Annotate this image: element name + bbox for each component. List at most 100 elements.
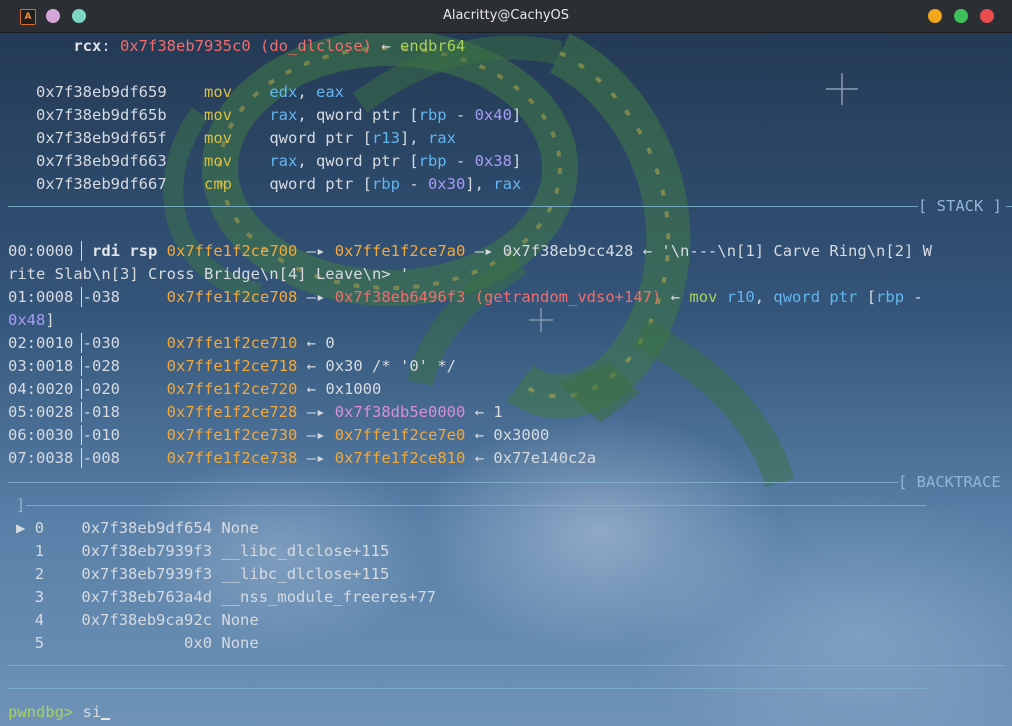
stack-address: 0x7ffe1f2ce738 [166,449,298,467]
stack-index: 06:0030 [8,426,74,444]
frame-marker [16,565,25,583]
stack-address: 0x7ffe1f2ce720 [166,380,298,398]
disasm-mnemonic: cmp [203,175,232,193]
frame-address: 0x7f38eb9df654 [81,519,213,537]
stack-value: 0x3000 [493,426,550,444]
backtrace-header-rule-2 [26,505,926,506]
instruction-immediate: 0x48 [8,311,46,329]
stack-index: 01:0008 [8,288,74,306]
disasm-line: 0x7f38eb9df663 mov rax, qword ptr [rbp -… [8,150,521,173]
stack-row: 02:0010 -030 0x7ffe1f2ce710 ← 0 [8,332,335,355]
stack-value: 0 [325,334,335,352]
pointer-arrow: ← [306,357,317,375]
register-colon: : [101,37,111,55]
command-input[interactable]: si [83,703,102,721]
stack-string-value-continued: rite Slab\n[3] Cross Bridge\n[4] Leave\n… [8,265,410,283]
stack-index: 04:0020 [8,380,74,398]
stack-offset: -018 [82,403,120,421]
disasm-operand: r13 [371,129,400,147]
frame-number: 3 [34,588,45,606]
disasm-operand: eax [315,83,344,101]
disasm-address: 0x7f38eb9df65b [36,106,167,124]
instruction-keyword: qword ptr [773,288,858,306]
stack-index: 03:0018 [8,357,74,375]
disasm-operand: , [297,83,316,101]
frame-symbol: None [221,634,259,652]
frame-symbol: None [221,519,259,537]
frame-marker [16,611,25,629]
disasm-operand: edx [269,83,298,101]
title-bar[interactable]: A Alacritty@CachyOS [0,0,1012,33]
pointer-arrow: —▸ [306,426,326,444]
disasm-operand: rax [427,129,456,147]
frame-number: 0 [34,519,45,537]
disasm-operand: qword ptr [ [269,129,372,147]
pointer-arrow: —▸ [306,449,326,467]
command-prompt[interactable]: pwndbg> si [8,701,111,724]
register-value: 0x7f38eb7935c0 [120,37,251,55]
stack-offset: -008 [82,449,120,467]
disasm-address: 0x7f38eb9df667 [36,175,167,193]
stack-value: 0x1000 [325,380,382,398]
stack-address: 0x7ffe1f2ce710 [166,334,298,352]
prompt-label: pwndbg> [8,703,74,721]
terminal-content[interactable]: rcx: 0x7f38eb7935c0 (do_dlclose) ← endbr… [0,33,1012,726]
pointer-arrow: —▸ [306,288,326,306]
backtrace-frame: 2 0x7f38eb7939f3 __libc_dlclose+115 [16,563,390,586]
disasm-operand: - [446,106,475,124]
frame-marker [16,588,25,606]
section-end-rule [8,665,1006,666]
stack-offset: -030 [82,334,120,352]
disasm-operand: qword ptr [ [269,175,372,193]
disasm-operand: rbp [371,175,400,193]
stack-pointer-value: 0x7ffe1f2ce810 [334,449,466,467]
pointer-arrow: ← [306,334,317,352]
pointer-arrow: ← [474,449,485,467]
frame-address: 0x7f38eb7939f3 [81,565,213,583]
stack-value: 0x77e140c2a [493,449,597,467]
frame-address: 0x7f38eb9ca92c [81,611,213,629]
disasm-operand: ] [511,152,522,170]
register-symbol: (do_dlclose) [260,37,372,55]
disasm-address: 0x7f38eb9df659 [36,83,167,101]
disasm-line: 0x7f38eb9df659 mov edx, eax [8,81,344,104]
pointer-arrow: —▸ [306,403,326,421]
prompt-separator-rule [8,688,926,689]
pointer-arrow: ← [474,403,485,421]
stack-row: 05:0028 -018 0x7ffe1f2ce728 —▸ 0x7f38db5… [8,401,503,424]
frame-number: 2 [34,565,45,583]
stack-row: 04:0020 -020 0x7ffe1f2ce720 ← 0x1000 [8,378,381,401]
register-instruction: endbr64 [400,37,466,55]
stack-row: 01:0008 -038 0x7ffe1f2ce708 —▸ 0x7f38eb6… [8,286,923,309]
register-name: rcx [73,37,102,55]
disasm-operand: rbp [418,106,447,124]
stack-value: 1 [493,403,503,421]
pointer-arrow: ← [670,288,681,306]
terminal-window: A Alacritty@CachyOS rcx: 0x7f38eb7935c0 … [0,0,1012,726]
backtrace-frame: ▶ 0 0x7f38eb9df654 None [16,517,259,540]
frame-address: 0x7f38eb7939f3 [81,542,213,560]
disasm-address: 0x7f38eb9df663 [36,152,167,170]
disasm-line: 0x7f38eb9df65f mov qword ptr [r13], rax [8,127,456,150]
close-button[interactable] [980,9,994,23]
disasm-operand: rax [269,106,298,124]
backtrace-frame: 4 0x7f38eb9ca92c None [16,609,259,632]
frame-number: 4 [34,611,45,629]
disasm-mnemonic: mov [203,129,232,147]
instruction-mnemonic: mov [689,288,718,306]
instruction-register: r10 [726,288,755,306]
window-title: Alacritty@CachyOS [442,8,570,23]
instruction-punct: ] [45,311,55,329]
disasm-line: 0x7f38eb9df667 cmp qword ptr [rbp - 0x30… [8,173,521,196]
stack-address: 0x7ffe1f2ce728 [166,403,298,421]
maximize-button[interactable] [954,9,968,23]
stack-pointer-value: 0x7ffe1f2ce7e0 [334,426,466,444]
stack-pointer-value: 0x7ffe1f2ce7a0 [334,242,466,260]
disasm-operand: ], [399,129,428,147]
instruction-punct: [ [857,288,877,306]
frame-symbol: __libc_dlclose+115 [221,565,390,583]
minimize-button[interactable] [928,9,942,23]
stack-header-rule-end [1006,206,1012,207]
stack-address: 0x7ffe1f2ce718 [166,357,298,375]
stack-row: 07:0038 -008 0x7ffe1f2ce738 —▸ 0x7ffe1f2… [8,447,596,470]
